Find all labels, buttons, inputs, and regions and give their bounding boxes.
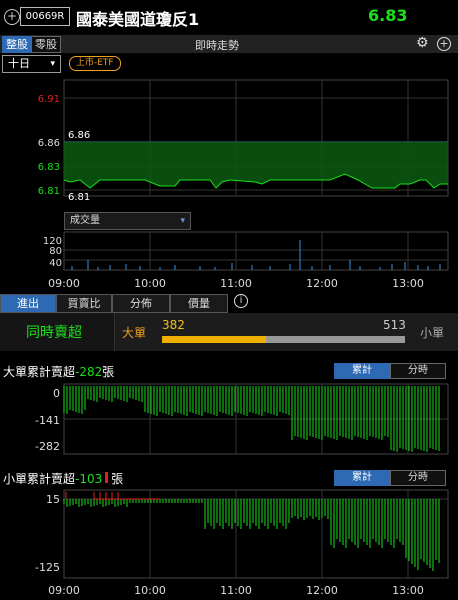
volume-frame [63, 231, 449, 271]
big-acc-label: 大單累計賣超-282張 [3, 363, 114, 380]
small-acc-toggle-acc[interactable]: 累計 [334, 470, 390, 486]
big-acc-value: -282 [75, 365, 103, 379]
tab-buy-sell-ratio[interactable]: 買賣比 [56, 294, 112, 313]
big-acc-prefix: 大單累計賣超 [3, 365, 76, 379]
ratio-bar [162, 336, 405, 343]
market-badge: 上市-ETF [69, 56, 121, 71]
add-icon[interactable]: + [4, 9, 20, 25]
chevron-down-icon: ▾ [180, 216, 185, 226]
stock-code-box[interactable]: 00669R [20, 7, 70, 26]
small-order-value: 513 [383, 318, 406, 332]
add-icon[interactable]: + [437, 37, 451, 51]
small-acc-prefix: 小單累計賣超 [3, 472, 76, 486]
tab-odd-lot[interactable]: 零股 [31, 36, 61, 53]
high-label: 6.86 [68, 130, 90, 141]
big-acc-unit: 張 [102, 365, 115, 379]
info-icon[interactable]: i [234, 294, 248, 308]
volume-chart: 120 80 40 09:00 10:00 11:00 12:00 13:00 [43, 231, 449, 290]
current-price: 6.83 [368, 6, 408, 25]
small-y-label: -125 [35, 561, 60, 574]
big-acc-toggle-acc[interactable]: 累計 [334, 363, 390, 379]
tab-price-volume[interactable]: 價量 [170, 294, 228, 313]
section-title: 即時走勢 [195, 39, 239, 52]
small-acc-value: -103 [75, 472, 103, 486]
tab-in-out[interactable]: 進出 [0, 294, 56, 313]
y-label: 6.91 [38, 94, 60, 105]
small-order-label: 小單 [420, 326, 445, 340]
y-label: 6.86 [38, 138, 60, 149]
x-label: 13:00 [392, 277, 424, 290]
small-y-label: 15 [46, 493, 60, 506]
big-order-label: 大單 [122, 326, 147, 340]
tab-distribution[interactable]: 分佈 [112, 294, 170, 313]
vol-y-label: 80 [49, 246, 62, 257]
low-label: 6.81 [68, 192, 90, 203]
big-acc-toggle-time[interactable]: 分時 [390, 363, 446, 379]
big-y-label: -141 [35, 414, 60, 427]
big-acc-chart: 0 -141 -282 [35, 383, 449, 455]
y-label: 6.81 [38, 186, 60, 197]
tab-whole-lot[interactable]: 整股 [2, 36, 32, 53]
x-label: 12:00 [306, 584, 338, 597]
small-acc-chart: 15 -125 09:00 10:00 11:00 12:00 13:00 [35, 489, 449, 597]
x-label: 11:00 [220, 584, 252, 597]
volume-select-label: 成交量 [70, 215, 100, 226]
ratio-fill [162, 336, 266, 343]
period-select[interactable]: 十日 ▾ [2, 55, 61, 73]
small-acc-toggle-time[interactable]: 分時 [390, 470, 446, 486]
stock-title: 國泰美國道瓊反1 [76, 10, 200, 29]
price-area [64, 142, 448, 188]
x-label: 11:00 [220, 277, 252, 290]
x-label: 09:00 [48, 277, 80, 290]
small-acc-unit: 張 [111, 472, 124, 486]
big-y-label: 0 [53, 387, 60, 400]
x-label: 09:00 [48, 584, 80, 597]
simul-label: 同時賣超 [26, 325, 82, 341]
big-order-value: 382 [162, 318, 185, 332]
x-label: 12:00 [306, 277, 338, 290]
small-acc-label: 小單累計賣超-103 張 [3, 470, 123, 487]
big-y-label: -282 [35, 440, 60, 453]
period-label: 十日 [8, 57, 30, 70]
red-marker [105, 472, 109, 483]
x-label: 13:00 [392, 584, 424, 597]
vol-y-label: 40 [49, 258, 62, 269]
gear-icon[interactable]: ⚙ [416, 35, 429, 51]
x-label: 10:00 [134, 584, 166, 597]
volume-select[interactable]: 成交量 ▾ [64, 212, 191, 230]
y-label: 6.83 [38, 162, 60, 173]
chevron-down-icon: ▾ [50, 59, 55, 69]
x-label: 10:00 [134, 277, 166, 290]
